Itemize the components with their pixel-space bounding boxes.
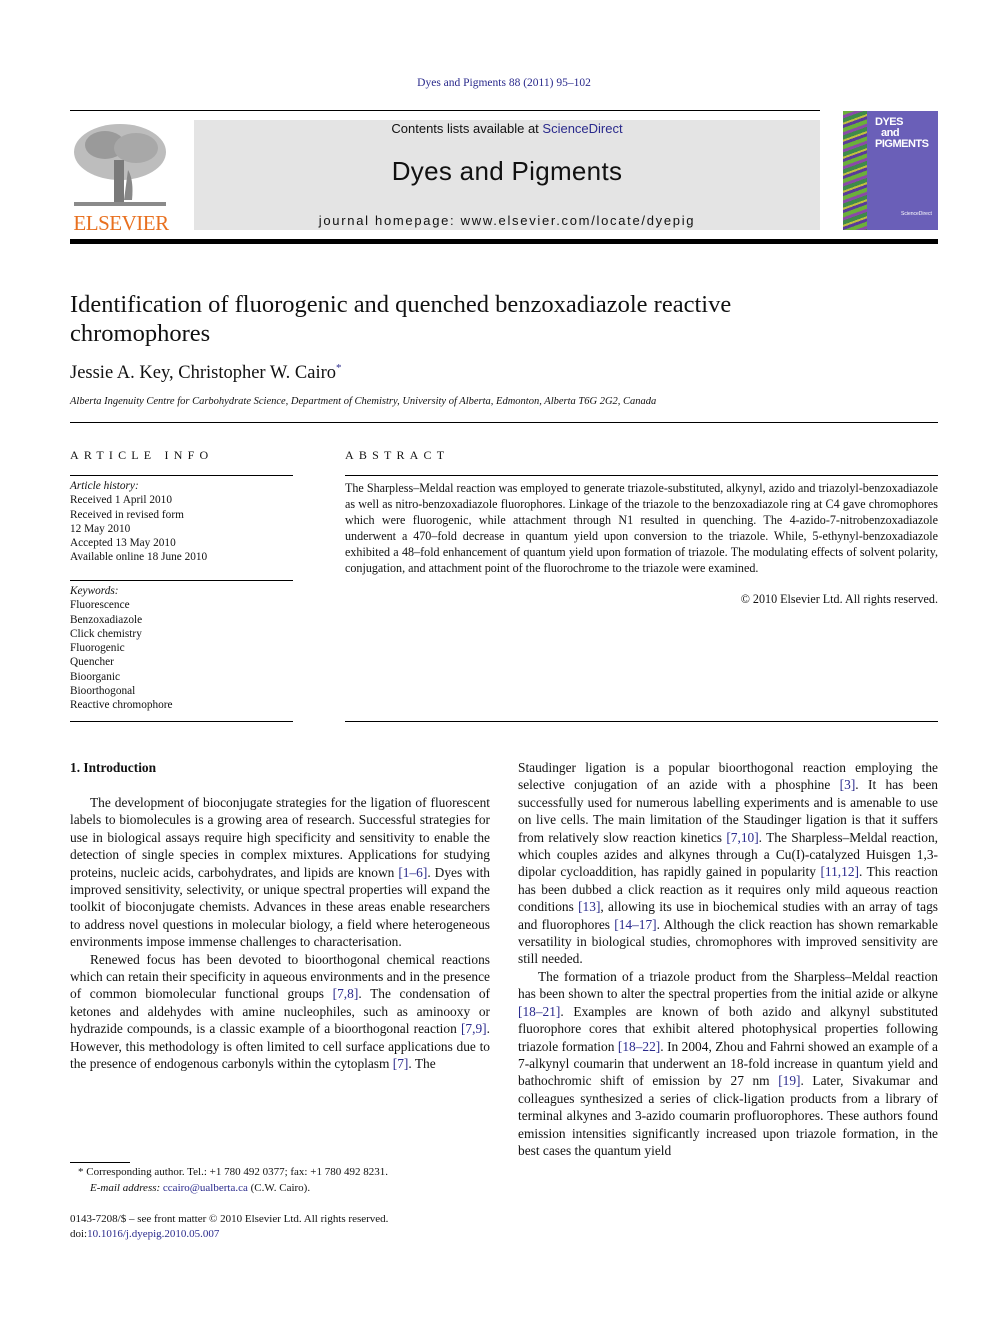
body-column-left: The development of bioconjugate strategi…: [70, 794, 490, 1073]
doi-line: doi:10.1016/j.dyepig.2010.05.007: [70, 1227, 220, 1240]
article-history: Article history: Received 1 April 2010 R…: [70, 480, 208, 564]
keywords-rule: [70, 580, 293, 581]
keyword: Click chemistry: [70, 627, 142, 640]
abstract-heading: ABSTRACT: [345, 448, 450, 462]
cover-title: DYES and PIGMENTS: [875, 116, 929, 150]
author-list: Jessie A. Key, Christopher W. Cairo*: [70, 362, 342, 384]
abstract-rule: [345, 475, 938, 476]
cover-footer: ScienceDirect: [901, 211, 932, 217]
citation-link[interactable]: [11,12]: [820, 864, 859, 879]
history-item: Accepted 13 May 2010: [70, 537, 176, 550]
article-info-bottom-rule: [70, 721, 293, 722]
body-column-right: Staudinger ligation is a popular bioorth…: [518, 759, 938, 1159]
front-matter-line: 0143-7208/$ – see front matter © 2010 El…: [70, 1213, 389, 1225]
citation-link[interactable]: [7,8]: [333, 986, 359, 1001]
contents-line: Contents lists available at ScienceDirec…: [194, 121, 820, 136]
corresponding-author-marker[interactable]: *: [336, 362, 342, 374]
email-link[interactable]: ccairo@ualberta.ca: [163, 1182, 248, 1194]
history-item: Available online 18 June 2010: [70, 551, 208, 564]
citation-link[interactable]: [13]: [578, 899, 600, 914]
keyword: Fluorescence: [70, 599, 130, 612]
history-item: Received 1 April 2010: [70, 494, 172, 507]
cover-pattern: [843, 111, 867, 230]
citation-link[interactable]: [7,9]: [461, 1021, 487, 1036]
front-matter: 0143-7208/$ – see front matter © 2010 El…: [70, 1212, 388, 1241]
doi-link[interactable]: 10.1016/j.dyepig.2010.05.007: [87, 1228, 219, 1240]
citation-link[interactable]: [19]: [778, 1073, 800, 1088]
citation-link[interactable]: [1–6]: [398, 865, 427, 880]
keyword: Fluorogenic: [70, 642, 125, 655]
body-paragraph: The formation of a triazole product from…: [518, 968, 939, 1158]
journal-title: Dyes and Pigments: [391, 156, 623, 186]
footnotes: * Corresponding author. Tel.: +1 780 492…: [70, 1165, 388, 1196]
keywords: Keywords: Fluorescence Benzoxadiazole Cl…: [70, 585, 173, 712]
affiliation: Alberta Ingenuity Centre for Carbohydrat…: [70, 396, 657, 407]
citation-link[interactable]: [7,10]: [726, 830, 758, 845]
body-paragraph: The development of bioconjugate strategi…: [70, 795, 490, 950]
email-footnote: E-mail address: ccairo@ualberta.ca (C.W.…: [90, 1181, 311, 1194]
citation-link[interactable]: [3]: [840, 777, 856, 792]
title-rule: [70, 422, 938, 423]
keyword: Quencher: [70, 656, 114, 669]
contents-prefix: Contents lists available at: [391, 121, 543, 136]
citation-link[interactable]: [7]: [393, 1056, 409, 1071]
article-info-rule: [70, 475, 293, 476]
citation-link[interactable]: [14–17]: [614, 917, 656, 932]
abstract-copyright: © 2010 Elsevier Ltd. All rights reserved…: [740, 592, 938, 606]
body-paragraph: Staudinger ligation is a popular bioorth…: [518, 760, 939, 967]
history-item: 12 May 2010: [70, 522, 131, 535]
article-title: Identification of fluorogenic and quench…: [70, 291, 732, 347]
abstract-bottom-rule: [345, 721, 938, 722]
header-thick-rule: [70, 239, 938, 244]
journal-reference[interactable]: Dyes and Pigments 88 (2011) 95–102: [0, 77, 992, 89]
body-paragraph: Renewed focus has been devoted to bioort…: [70, 951, 490, 1072]
journal-homepage[interactable]: journal homepage: www.elsevier.com/locat…: [194, 213, 820, 228]
keyword: Benzoxadiazole: [70, 613, 143, 626]
journal-cover-image: DYES and PIGMENTS ScienceDirect: [843, 111, 938, 230]
keyword: Bioorthogonal: [70, 685, 136, 698]
section-heading-introduction: 1. Introduction: [70, 760, 157, 775]
citation-link[interactable]: [18–22]: [618, 1039, 660, 1054]
elsevier-logo-text: ELSEVIER: [73, 211, 169, 235]
header-rule: [70, 110, 820, 111]
corresponding-author-footnote: * Corresponding author. Tel.: +1 780 492…: [78, 1166, 388, 1178]
sciencedirect-link[interactable]: ScienceDirect: [542, 121, 622, 136]
footnote-rule: [70, 1162, 130, 1163]
history-item: Received in revised form: [70, 508, 184, 521]
keyword: Reactive chromophore: [70, 699, 173, 712]
abstract-text: The Sharpless–Meldal reaction was employ…: [345, 481, 938, 575]
article-info-heading: ARTICLE INFO: [70, 448, 214, 462]
citation-link[interactable]: [18–21]: [518, 1004, 560, 1019]
keyword: Bioorganic: [70, 670, 120, 683]
